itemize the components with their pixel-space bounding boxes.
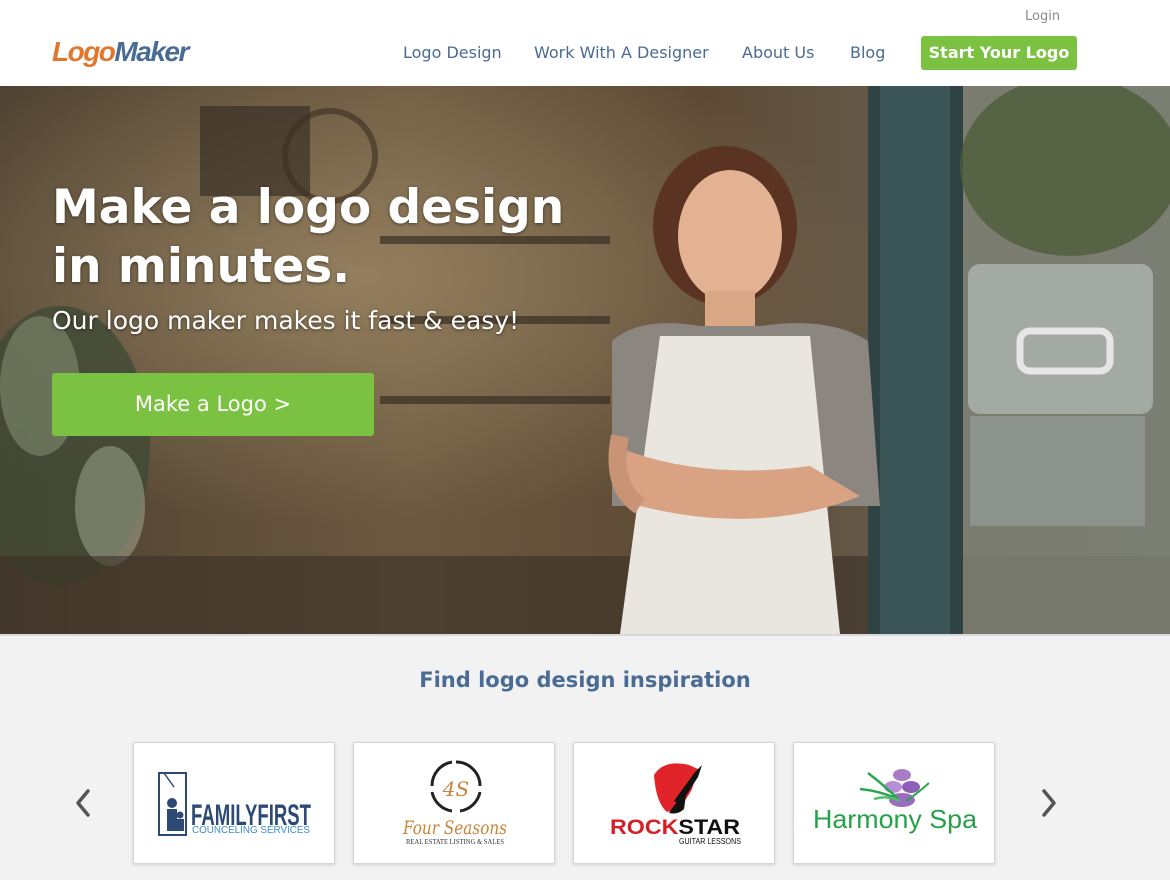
nav-blog[interactable]: Blog [850,43,885,62]
svg-text:4S: 4S [442,777,469,801]
logo-text-part1: Logo [52,36,116,67]
carousel-next-button[interactable] [1034,785,1064,821]
hero-section: Make a logo design in minutes. Our logo … [0,86,1170,634]
logo-card-familyfirst[interactable]: FAMILYFIRST COUNCELING SERVICES [133,742,335,864]
hero-subtitle: Our logo maker makes it fast & easy! [52,306,520,335]
four-seasons-logo: 4S Four Seasons REAL ESTATE LISTING & SA… [402,760,507,846]
harmony-spa-logo: Harmony Spa [813,769,978,834]
four-seasons-tagline: REAL ESTATE LISTING & SALES [406,838,504,846]
logo-card-harmony-spa[interactable]: Harmony Spa [793,742,995,864]
chevron-right-icon [1042,789,1056,817]
nav-logo-design[interactable]: Logo Design [403,43,502,62]
site-header: LogoMaker Login Logo Design Work With A … [0,0,1170,86]
login-link[interactable]: Login [1025,9,1060,24]
rockstar-name: ROCK STAR [610,816,740,839]
hero-background-photo [0,86,1170,634]
carousel-prev-button[interactable] [68,785,98,821]
four-seasons-name: Four Seasons [402,817,507,839]
familyfirst-tagline: COUNCELING SERVICES [192,825,310,836]
nav-work-with-a-designer[interactable]: Work With A Designer [534,43,709,62]
logo-card-four-seasons[interactable]: 4S Four Seasons REAL ESTATE LISTING & SA… [353,742,555,864]
inspiration-title: Find logo design inspiration [419,668,751,692]
rockstar-tagline: GUITAR LESSONS [679,837,741,846]
nav-about-us[interactable]: About Us [742,43,814,62]
logo-card-rockstar[interactable]: ROCK STAR GUITAR LESSONS [573,742,775,864]
familyfirst-logo: FAMILYFIRST COUNCELING SERVICES [158,772,311,836]
hero-title: Make a logo design in minutes. [52,180,565,294]
hero-divider [0,634,1170,636]
chevron-left-icon [76,789,90,817]
rockstar-logo: ROCK STAR GUITAR LESSONS [610,763,741,846]
start-your-logo-button[interactable]: Start Your Logo [921,36,1077,70]
harmony-spa-name: Harmony Spa [813,804,978,834]
make-a-logo-button[interactable]: Make a Logo > [52,373,374,436]
logo-text-part2: Maker [114,36,189,67]
logomaker-logo[interactable]: LogoMaker [52,36,189,68]
